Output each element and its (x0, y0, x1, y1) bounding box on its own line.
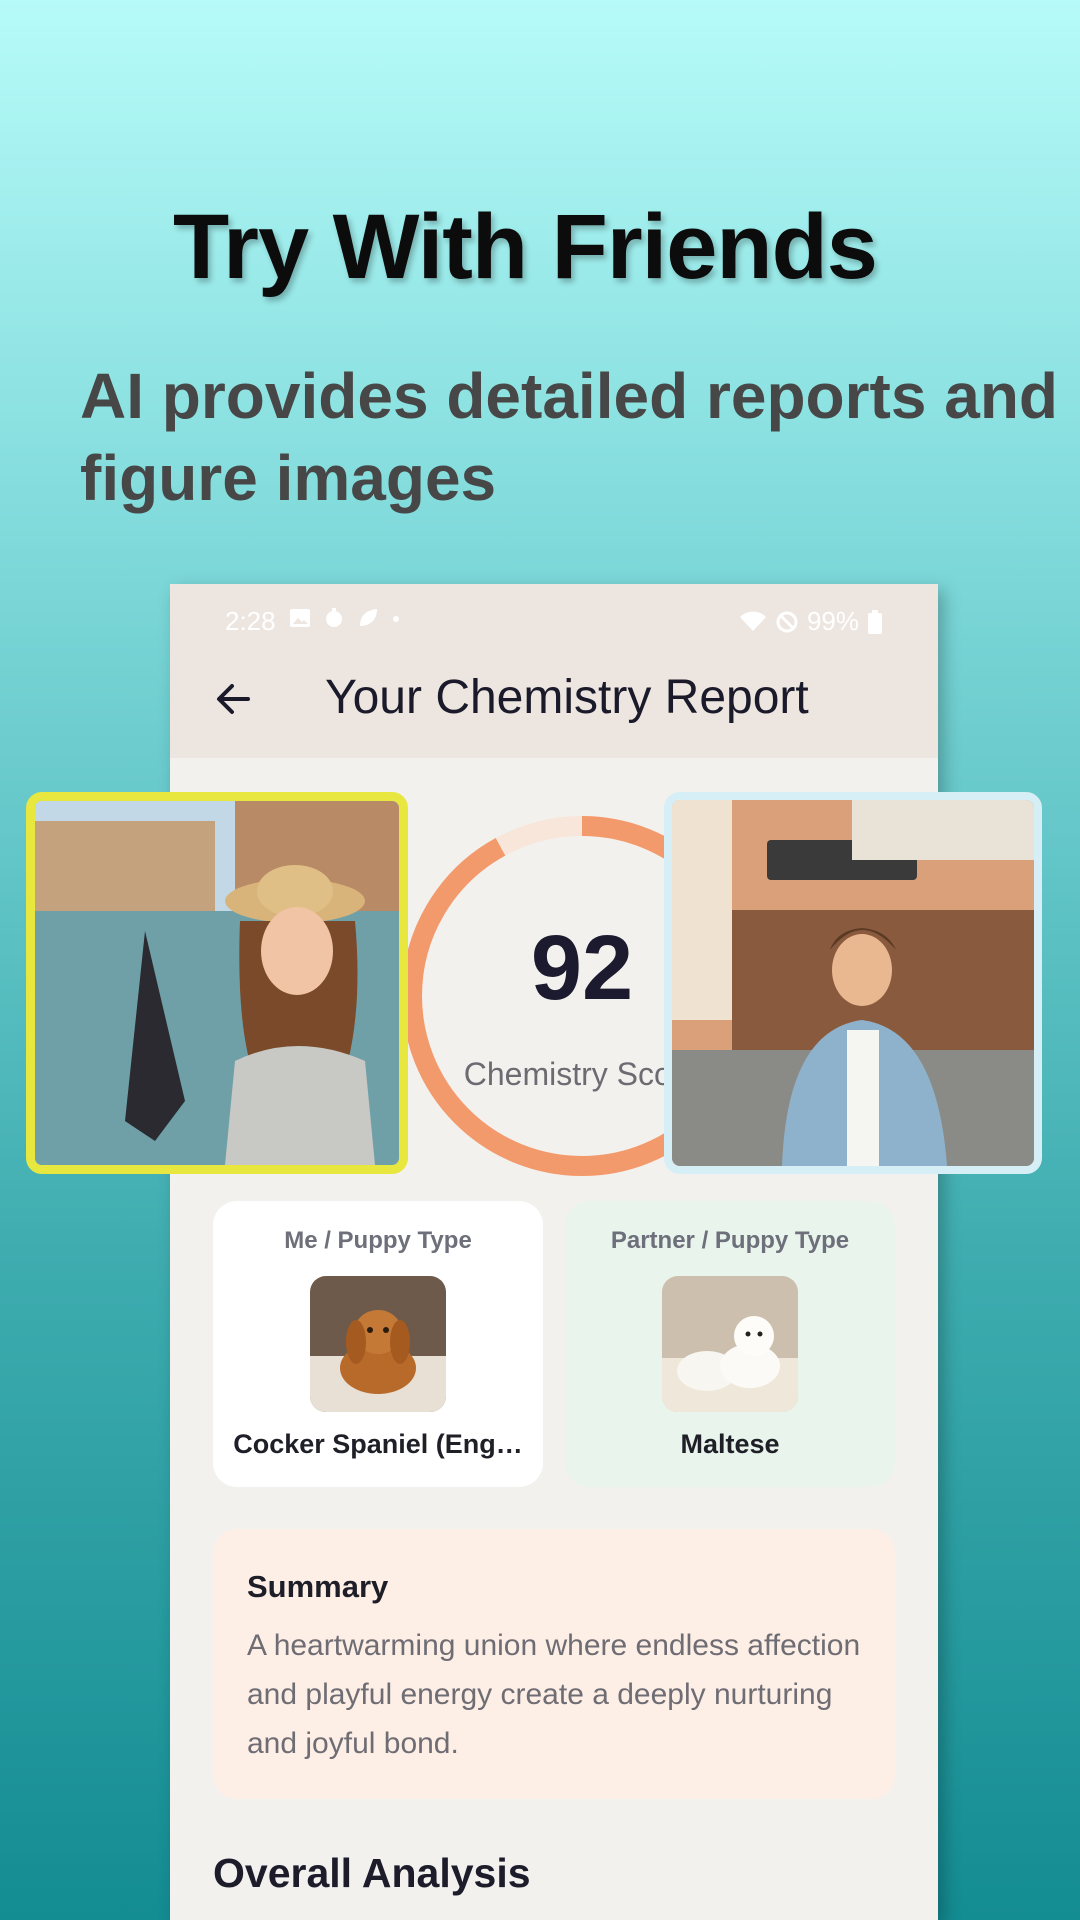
my-type-name: Cocker Spaniel (Eng… (233, 1429, 523, 1459)
battery-percent: 99% (806, 606, 859, 636)
summary-title: Summary (247, 1569, 389, 1604)
app-bar: 2:28 99% Your Chemistry Report (170, 584, 938, 758)
partner-type-card[interactable]: Partner / Puppy Type Maltese (565, 1201, 895, 1487)
maltese-image (662, 1276, 798, 1412)
arrow-left-icon[interactable] (208, 674, 258, 724)
summary-text: A heartwarming union where endless affec… (247, 1629, 861, 1760)
summary-card: Summary A heartwarming union where endle… (213, 1529, 895, 1799)
my-type-label: Me / Puppy Type (284, 1227, 472, 1254)
leaf-icon (360, 609, 377, 626)
phone-screen: 2:28 99% Your Chemistry Report 92 Chemis… (170, 584, 938, 1920)
status-icons-left (288, 606, 402, 630)
my-type-card[interactable]: Me / Puppy Type Cocker Spaniel (Eng… (213, 1201, 543, 1487)
partner-photo[interactable] (664, 792, 1042, 1174)
promo-subheadline: AI provides detailed reports and figure … (80, 360, 1058, 514)
status-bar: 2:28 99% (170, 602, 938, 646)
wifi-icon (739, 610, 766, 631)
do-not-disturb-icon (776, 611, 798, 632)
my-photo[interactable] (26, 792, 408, 1174)
status-icons-right: 99% (739, 606, 883, 637)
promo-headline: Try With Friends (173, 196, 878, 298)
status-time: 2:28 (225, 606, 276, 636)
partner-type-name: Maltese (680, 1429, 780, 1459)
partner-type-label: Partner / Puppy Type (610, 1227, 850, 1254)
dot-icon (393, 616, 399, 622)
timer-icon (326, 608, 342, 627)
gallery-icon (290, 609, 310, 627)
cocker-spaniel-image (310, 1276, 446, 1412)
battery-icon (868, 609, 882, 634)
overall-analysis-title: Overall Analysis (213, 1850, 531, 1896)
page-title: Your Chemistry Report (325, 671, 809, 724)
